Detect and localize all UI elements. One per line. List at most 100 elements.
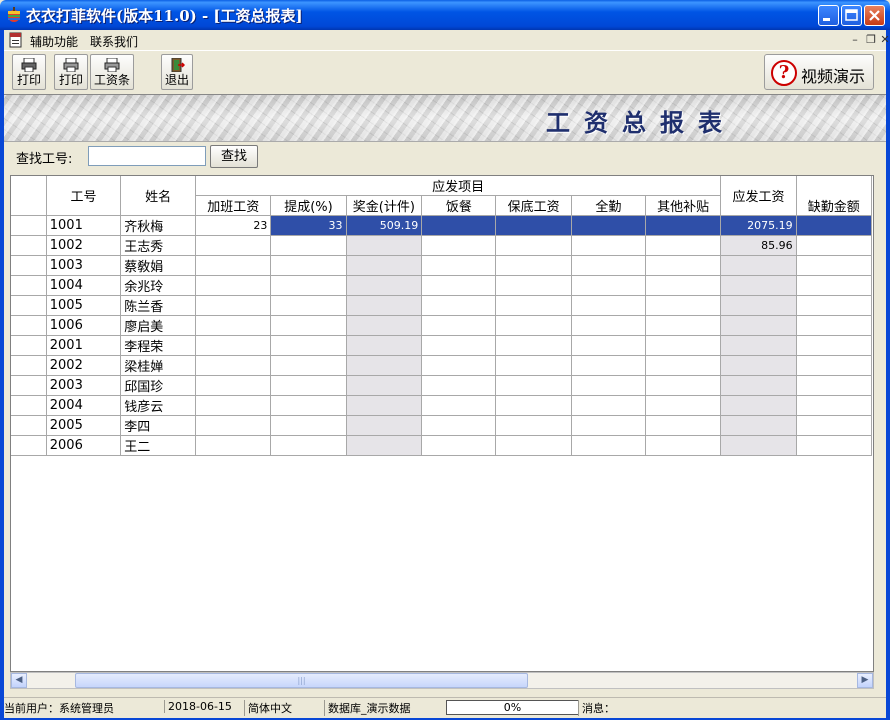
cell-employee-id[interactable]: 1003 xyxy=(45,255,122,276)
cell-commission[interactable] xyxy=(270,275,347,296)
cell-base[interactable] xyxy=(495,295,572,316)
exit-button[interactable]: 退出 xyxy=(161,54,193,90)
print-preview-button[interactable]: 打印 xyxy=(54,54,88,90)
cell-other[interactable] xyxy=(644,435,722,456)
row-indicator[interactable] xyxy=(11,315,47,336)
cell-base[interactable] xyxy=(495,355,572,376)
column-header-commission[interactable]: 提成(%) xyxy=(270,195,347,216)
cell-bonus[interactable] xyxy=(345,395,423,416)
cell-absence[interactable] xyxy=(795,295,873,316)
cell-base[interactable] xyxy=(495,215,572,236)
cell-overtime[interactable] xyxy=(195,435,272,456)
cell-overtime[interactable] xyxy=(195,355,272,376)
table-row[interactable]: 2001 李程荣 xyxy=(11,335,873,356)
cell-overtime[interactable] xyxy=(195,415,272,436)
column-header-other[interactable]: 其他补贴 xyxy=(644,195,722,216)
mdi-minimize-icon[interactable]: – xyxy=(848,33,862,46)
cell-commission[interactable] xyxy=(270,235,347,256)
cell-bonus[interactable] xyxy=(345,335,423,356)
cell-commission[interactable] xyxy=(270,295,347,316)
cell-employee-id[interactable]: 2002 xyxy=(45,355,122,376)
menu-assist[interactable]: 辅助功能 xyxy=(30,33,78,50)
row-indicator[interactable] xyxy=(11,355,47,376)
cell-total[interactable] xyxy=(720,375,797,396)
cell-absence[interactable] xyxy=(795,315,873,336)
payslip-button[interactable]: 工资条 xyxy=(90,54,134,90)
cell-employee-id[interactable]: 2005 xyxy=(45,415,122,436)
cell-other[interactable] xyxy=(644,275,722,296)
cell-absence[interactable] xyxy=(795,435,873,456)
cell-meal[interactable] xyxy=(421,235,497,256)
cell-absence[interactable] xyxy=(795,215,873,236)
row-indicator[interactable] xyxy=(11,255,47,276)
title-bar[interactable]: 衣衣打菲软件(版本11.0) - [工资总报表] xyxy=(0,0,890,30)
cell-base[interactable] xyxy=(495,315,572,336)
column-header-name[interactable]: 姓名 xyxy=(120,176,197,216)
row-indicator[interactable] xyxy=(11,435,47,456)
cell-other[interactable] xyxy=(644,215,722,236)
cell-commission[interactable] xyxy=(270,395,347,416)
cell-attendance[interactable] xyxy=(570,315,647,336)
maximize-button[interactable] xyxy=(841,5,862,26)
cell-commission[interactable] xyxy=(270,375,347,396)
cell-total[interactable] xyxy=(720,255,797,276)
cell-employee-id[interactable]: 1001 xyxy=(45,215,122,236)
table-row[interactable]: 1004 余兆玲 xyxy=(11,275,873,296)
cell-absence[interactable] xyxy=(795,255,873,276)
cell-base[interactable] xyxy=(495,235,572,256)
cell-total[interactable]: 85.96 xyxy=(720,235,797,256)
cell-employee-id[interactable]: 1005 xyxy=(45,295,122,316)
cell-employee-name[interactable]: 李程荣 xyxy=(120,335,197,356)
cell-overtime[interactable] xyxy=(195,275,272,296)
menu-contact[interactable]: 联系我们 xyxy=(90,33,138,50)
cell-employee-id[interactable]: 2006 xyxy=(45,435,122,456)
cell-other[interactable] xyxy=(644,335,722,356)
cell-absence[interactable] xyxy=(795,375,873,396)
row-indicator[interactable] xyxy=(11,295,47,316)
cell-meal[interactable] xyxy=(421,275,497,296)
cell-commission[interactable] xyxy=(270,435,347,456)
cell-base[interactable] xyxy=(495,255,572,276)
cell-attendance[interactable] xyxy=(570,295,647,316)
cell-meal[interactable] xyxy=(421,395,497,416)
row-indicator[interactable] xyxy=(11,395,47,416)
cell-employee-name[interactable]: 余兆玲 xyxy=(120,275,197,296)
cell-total[interactable]: 2075.19 xyxy=(720,215,797,236)
cell-absence[interactable] xyxy=(795,335,873,356)
cell-meal[interactable] xyxy=(421,415,497,436)
row-indicator[interactable] xyxy=(11,275,47,296)
mdi-close-icon[interactable]: ✕ xyxy=(878,33,890,46)
cell-total[interactable] xyxy=(720,395,797,416)
cell-employee-name[interactable]: 齐秋梅 xyxy=(120,215,197,236)
cell-employee-id[interactable]: 2003 xyxy=(45,375,122,396)
scroll-right-icon[interactable]: ▶ xyxy=(857,673,873,688)
print-button[interactable]: 打印 xyxy=(12,54,46,90)
search-button[interactable]: 查找 xyxy=(210,145,258,168)
cell-attendance[interactable] xyxy=(570,335,647,356)
cell-attendance[interactable] xyxy=(570,355,647,376)
table-row[interactable]: 2003 邱国珍 xyxy=(11,375,873,396)
cell-total[interactable] xyxy=(720,435,797,456)
cell-total[interactable] xyxy=(720,295,797,316)
cell-other[interactable] xyxy=(644,355,722,376)
column-header-base[interactable]: 保底工资 xyxy=(495,195,572,216)
table-row[interactable]: 2002 梁桂婵 xyxy=(11,355,873,376)
cell-employee-name[interactable]: 廖启美 xyxy=(120,315,197,336)
cell-employee-id[interactable]: 1002 xyxy=(45,235,122,256)
horizontal-scrollbar[interactable]: ◀ ||| ▶ xyxy=(10,672,874,689)
cell-overtime[interactable] xyxy=(195,295,272,316)
row-indicator[interactable] xyxy=(11,215,47,236)
column-header-total[interactable]: 应发工资 xyxy=(720,176,797,216)
row-indicator[interactable] xyxy=(11,335,47,356)
cell-commission[interactable] xyxy=(270,355,347,376)
cell-overtime[interactable] xyxy=(195,315,272,336)
salary-grid[interactable]: 工号 姓名 应发项目 应发工资 缺勤金额 加班工资 提成(%) 奖金(计件) 饭… xyxy=(10,175,874,672)
cell-absence[interactable] xyxy=(795,415,873,436)
cell-employee-name[interactable]: 王志秀 xyxy=(120,235,197,256)
table-row[interactable]: 1006 廖启美 xyxy=(11,315,873,336)
scroll-left-icon[interactable]: ◀ xyxy=(11,673,27,688)
cell-base[interactable] xyxy=(495,335,572,356)
cell-total[interactable] xyxy=(720,355,797,376)
table-row[interactable]: 2005 李四 xyxy=(11,415,873,436)
table-row[interactable]: 1002 王志秀 85.96 xyxy=(11,235,873,256)
